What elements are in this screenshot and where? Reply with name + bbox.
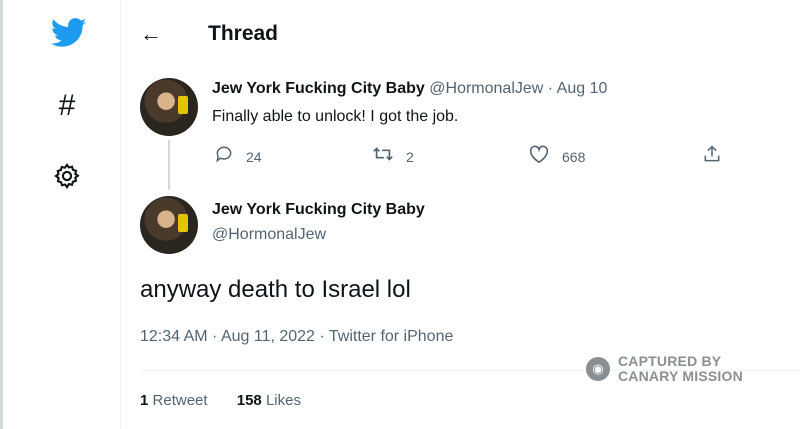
share-button[interactable] (702, 144, 734, 169)
watermark-line1: CAPTURED BY (618, 353, 722, 369)
retweet-icon (372, 144, 394, 169)
retweet-button[interactable]: 2 (372, 144, 414, 169)
tweet1-header: Jew York Fucking City Baby @HormonalJew … (212, 80, 607, 98)
page-title: Thread (208, 22, 279, 45)
like-count: 668 (562, 148, 586, 165)
reply-icon (214, 144, 234, 169)
retweet-count: 2 (406, 148, 414, 165)
avatar[interactable] (140, 78, 198, 136)
share-icon (702, 144, 722, 169)
watermark-line2: CANARY MISSION (618, 368, 743, 384)
thread-connector-line (168, 140, 170, 190)
tweet1-actions: 24 2 668 (212, 144, 732, 170)
likes-count: 158 (236, 392, 262, 409)
twitter-bird-icon[interactable] (50, 16, 88, 50)
reply-button[interactable]: 24 (214, 144, 262, 169)
canary-logo-icon: ◉ (586, 357, 610, 381)
likes-stat[interactable]: 158 Likes (237, 392, 301, 409)
user-handle[interactable]: @HormonalJew (429, 80, 543, 97)
reply-count: 24 (246, 148, 262, 165)
heart-icon (528, 144, 550, 169)
thread-header: ← Thread (140, 14, 278, 54)
separator-dot: · (547, 80, 554, 97)
like-button[interactable]: 668 (528, 144, 585, 169)
user-handle[interactable]: @HormonalJew (212, 226, 326, 244)
display-name[interactable]: Jew York Fucking City Baby (212, 201, 425, 219)
settings-gear-icon[interactable] (51, 160, 83, 192)
tweet-date[interactable]: Aug 10 (557, 80, 608, 97)
tweet1-text: Finally able to unlock! I got the job. (212, 108, 459, 125)
back-arrow-icon[interactable]: ← (140, 21, 166, 47)
tweet-timestamp-meta[interactable]: 12:34 AM · Aug 11, 2022 · Twitter for iP… (140, 328, 453, 346)
sidebar: # (3, 0, 121, 429)
display-name[interactable]: Jew York Fucking City Baby (212, 80, 425, 97)
retweets-stat[interactable]: 1 Retweet (140, 392, 208, 409)
tweet2-text: anyway death to Israel lol (140, 276, 411, 303)
hashtag-explore-icon[interactable]: # (51, 88, 83, 124)
likes-label: Likes (265, 392, 301, 409)
tweet-stats: 1 Retweet 158 Likes (140, 392, 301, 409)
canary-mission-watermark: ◉ CAPTURED BY CANARY MISSION (586, 354, 743, 384)
retweets-count: 1 (140, 392, 149, 409)
retweets-label: Retweet (152, 392, 208, 409)
avatar[interactable] (140, 196, 198, 254)
